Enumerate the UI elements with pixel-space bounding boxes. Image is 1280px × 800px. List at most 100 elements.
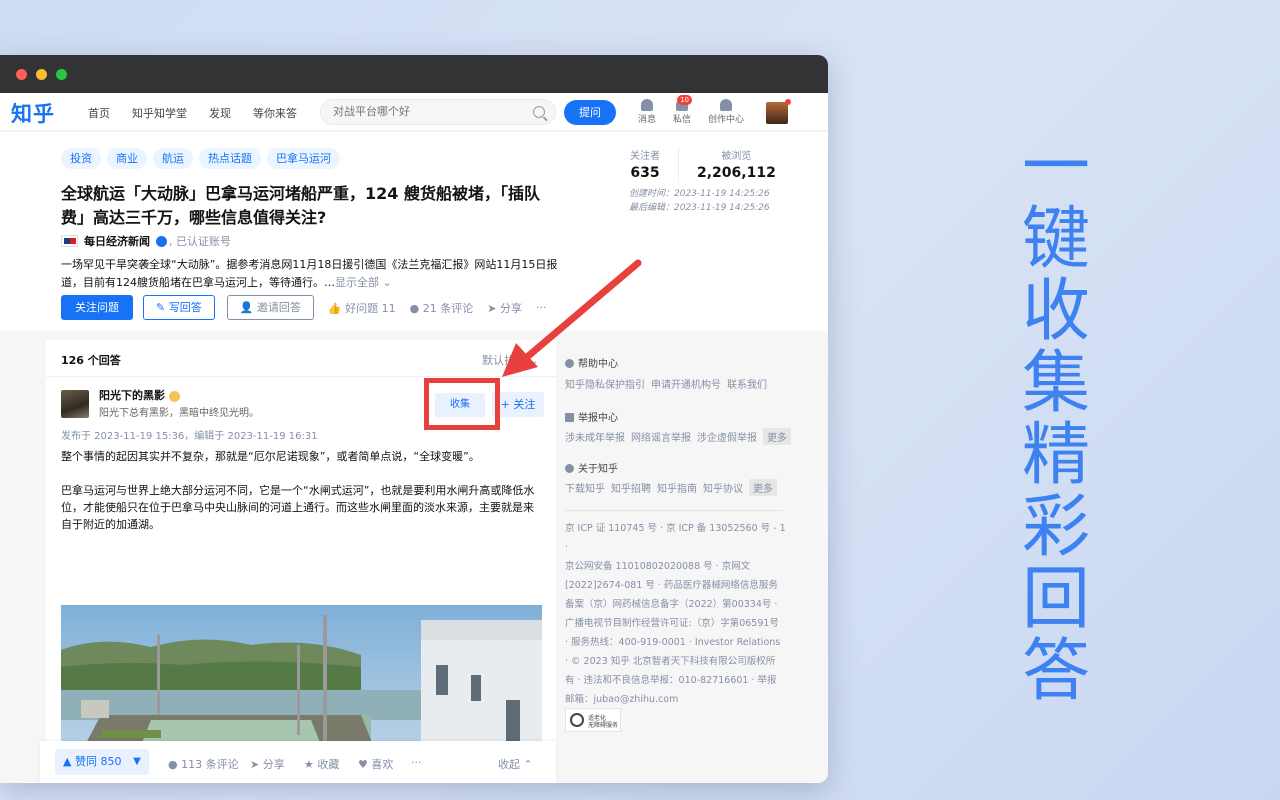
write-answer-label: 写回答 bbox=[169, 301, 202, 314]
more-about-link[interactable]: 更多 bbox=[749, 479, 777, 496]
guide-link[interactable]: 知乎指南 bbox=[657, 484, 697, 495]
verified-icon bbox=[156, 236, 167, 247]
user-avatar[interactable] bbox=[766, 102, 788, 124]
topic-tag[interactable]: 投资 bbox=[61, 148, 101, 169]
search-input[interactable] bbox=[333, 105, 523, 118]
question-timestamps: 创建时间：2023-11-19 14:25:26 最后编辑：2023-11-19… bbox=[629, 187, 770, 215]
answer-date: 发布于 2023-11-19 15:36，编辑于 2023-11-19 16:3… bbox=[61, 427, 318, 442]
download-link[interactable]: 下载知乎 bbox=[565, 484, 605, 495]
question-description-text: 一场罕见干旱突袭全球“大动脉”。据参考消息网11月18日援引德国《法兰克福汇报》… bbox=[61, 258, 557, 289]
more-report-link[interactable]: 更多 bbox=[763, 428, 791, 445]
answer-paragraph: 整个事情的起因其实并不复杂，那就是“厄尔尼诺现象”，或者简单点说，“全球变暖”。 bbox=[61, 448, 543, 465]
upvote-button[interactable]: ▲ 赞同 850 bbox=[55, 749, 129, 775]
topic-tag[interactable]: 航运 bbox=[153, 148, 193, 169]
question-author: 每日经济新闻 , 已认证账号 bbox=[61, 233, 231, 249]
nav-discover[interactable]: 发现 bbox=[209, 105, 231, 121]
nav-home[interactable]: 首页 bbox=[88, 105, 110, 121]
views-label: 被浏览 bbox=[697, 147, 776, 162]
answer-share-label: 分享 bbox=[263, 758, 285, 771]
messages-button[interactable]: 消息 bbox=[638, 99, 656, 125]
unread-badge: 10 bbox=[677, 95, 692, 105]
contact-us-link[interactable]: 联系我们 bbox=[727, 380, 767, 391]
author-verification: , 已认证账号 bbox=[169, 233, 231, 249]
private-messages-label: 私信 bbox=[673, 115, 691, 125]
answer-comments-label: 113 条评论 bbox=[181, 758, 239, 771]
search-icon[interactable] bbox=[533, 106, 545, 118]
accessibility-badge[interactable]: 适老化无障碍服务 bbox=[565, 708, 621, 732]
legal-line: 广播电视节目制作经营许可证:（京）字第06591号 bbox=[565, 614, 787, 633]
legal-line: 邮箱：jubao@zhihu.com bbox=[565, 690, 787, 709]
question-description: 一场罕见干旱突袭全球“大动脉”。据参考消息网11月18日援引德国《法兰克福汇报》… bbox=[61, 256, 561, 292]
search-box bbox=[320, 99, 556, 125]
legal-info: 京 ICP 证 110745 号 · 京 ICP 备 13052560 号 - … bbox=[565, 519, 787, 709]
slogan: 一 键 收 集 精 彩 回 答 bbox=[1018, 132, 1094, 708]
close-window-button[interactable] bbox=[16, 69, 27, 80]
answer-paragraph: 巴拿马运河与世界上绝大部分运河不同，它是一个“水闸式运河”，也就是要利用水闸升高… bbox=[61, 482, 543, 533]
answer-collect-label: 收藏 bbox=[317, 758, 339, 771]
rumor-report-link[interactable]: 网络谣言举报 bbox=[631, 433, 691, 444]
creator-center-button[interactable]: 创作中心 bbox=[708, 99, 744, 125]
chat-icon: 10 bbox=[676, 99, 688, 111]
invite-answer-button[interactable]: 👤 邀请回答 bbox=[227, 295, 314, 320]
nav-waiting-answers[interactable]: 等你来答 bbox=[253, 105, 297, 121]
topic-tag[interactable]: 巴拿马运河 bbox=[267, 148, 340, 169]
maximize-window-button[interactable] bbox=[56, 69, 67, 80]
legal-line: · © 2023 知乎 北京智者天下科技有限公司版权所 bbox=[565, 652, 787, 671]
divider bbox=[46, 376, 556, 377]
accessibility-line: 适老化 bbox=[588, 715, 606, 722]
answer-like-button[interactable]: ♥ 喜欢 bbox=[358, 756, 393, 772]
answer-count: 126 个回答 bbox=[61, 352, 121, 368]
comments-button[interactable]: ● 21 条评论 bbox=[410, 300, 474, 316]
legal-line: 有 · 违法和不良信息举报：010-82716601 · 举报 bbox=[565, 671, 787, 690]
divider bbox=[565, 510, 783, 511]
question-title: 全球航运「大动脉」巴拿马运河堵船严重，124 艘货船被堵，「插队费」高达三千万，… bbox=[61, 182, 561, 230]
write-answer-button[interactable]: ✎ 写回答 bbox=[143, 295, 215, 320]
legal-line: 备案（京）网药械信息备字（2022）第00334号 · bbox=[565, 595, 787, 614]
bell-icon bbox=[641, 99, 653, 111]
minor-report-link[interactable]: 涉未成年举报 bbox=[565, 433, 625, 444]
terms-link[interactable]: 知乎协议 bbox=[703, 484, 743, 495]
follow-question-button[interactable]: 关注问题 bbox=[61, 295, 133, 320]
about-title: 关于知乎 bbox=[565, 460, 618, 475]
legal-line: · 服务热线：400-919-0001 · Investor Relations bbox=[565, 633, 787, 652]
show-all-link[interactable]: 显示全部 ⌄ bbox=[335, 276, 392, 289]
question-actions: 关注问题 ✎ 写回答 👤 邀请回答 👍 好问题 11 ● 21 条评论 ➤ 分享… bbox=[61, 295, 560, 320]
views-stat: 被浏览 2,206,112 bbox=[697, 147, 776, 181]
apply-org-link[interactable]: 申请开通机构号 bbox=[651, 380, 721, 391]
sidebar: 帮助中心 知乎隐私保护指引申请开通机构号联系我们 举报中心 涉未成年举报网络谣言… bbox=[557, 340, 828, 783]
slogan-char: 精 bbox=[1018, 420, 1094, 492]
minimize-window-button[interactable] bbox=[36, 69, 47, 80]
followers-label: 关注者 bbox=[630, 147, 660, 162]
window-titlebar bbox=[0, 55, 828, 93]
legal-line: 京公网安备 11010802020088 号 · 京网文 bbox=[565, 557, 787, 576]
followers-count: 635 bbox=[630, 165, 660, 181]
invite-answer-label: 邀请回答 bbox=[257, 301, 301, 314]
downvote-button[interactable]: ▼ bbox=[125, 749, 149, 775]
answer-collect-button[interactable]: ★ 收藏 bbox=[304, 756, 339, 772]
fake-business-report-link[interactable]: 涉企虚假举报 bbox=[697, 433, 757, 444]
topic-tag[interactable]: 商业 bbox=[107, 148, 147, 169]
topic-tag[interactable]: 热点话题 bbox=[199, 148, 261, 169]
ask-question-button[interactable]: 提问 bbox=[564, 100, 616, 125]
answer-more-button[interactable]: ··· bbox=[411, 756, 422, 769]
followers-stat: 关注者 635 bbox=[630, 147, 660, 181]
fold-answer-button[interactable]: 收起 ⌃ bbox=[498, 756, 533, 772]
accessibility-icon bbox=[570, 713, 584, 727]
answer-share-button[interactable]: ➤ 分享 bbox=[250, 756, 285, 772]
nav-zhixuetang[interactable]: 知乎知学堂 bbox=[132, 105, 187, 121]
good-question-button[interactable]: 👍 好问题 11 bbox=[328, 300, 396, 316]
question-stats: 关注者 635 被浏览 2,206,112 bbox=[630, 147, 776, 183]
answer-author-name[interactable]: 阳光下的黑影 bbox=[99, 387, 180, 403]
answer-comments-button[interactable]: ● 113 条评论 bbox=[168, 756, 239, 772]
info-icon bbox=[565, 464, 574, 473]
zhihu-logo[interactable]: 知乎 bbox=[11, 98, 55, 128]
author-name[interactable]: 每日经济新闻 bbox=[84, 233, 150, 249]
legal-line: [2022]2674-081 号 · 药品医疗器械网络信息服务 bbox=[565, 576, 787, 595]
private-messages-button[interactable]: 10 私信 bbox=[673, 99, 691, 125]
answer-author-avatar[interactable] bbox=[61, 390, 89, 418]
jobs-link[interactable]: 知乎招聘 bbox=[611, 484, 651, 495]
slogan-char: 收 bbox=[1018, 276, 1094, 348]
slogan-char: 回 bbox=[1018, 564, 1094, 636]
notification-dot bbox=[785, 99, 791, 105]
legal-line: 京 ICP 证 110745 号 · 京 ICP 备 13052560 号 - … bbox=[565, 519, 787, 557]
